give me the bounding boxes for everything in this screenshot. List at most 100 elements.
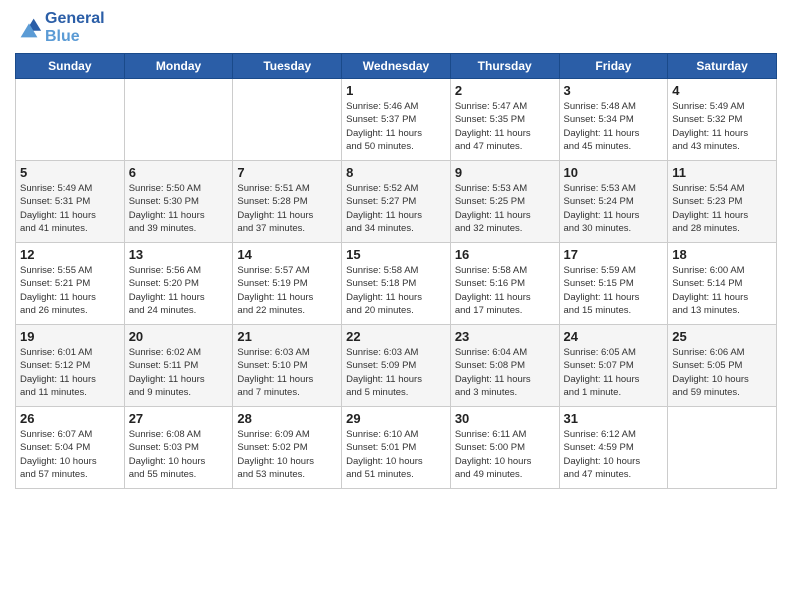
day-number: 16 xyxy=(455,247,555,262)
day-info: Sunrise: 6:08 AM Sunset: 5:03 PM Dayligh… xyxy=(129,428,229,481)
day-info: Sunrise: 6:07 AM Sunset: 5:04 PM Dayligh… xyxy=(20,428,120,481)
logo: General Blue xyxy=(15,10,105,45)
day-info: Sunrise: 6:11 AM Sunset: 5:00 PM Dayligh… xyxy=(455,428,555,481)
day-info: Sunrise: 5:54 AM Sunset: 5:23 PM Dayligh… xyxy=(672,182,772,235)
day-info: Sunrise: 5:53 AM Sunset: 5:25 PM Dayligh… xyxy=(455,182,555,235)
day-info: Sunrise: 5:59 AM Sunset: 5:15 PM Dayligh… xyxy=(564,264,664,317)
page-container: General Blue SundayMondayTuesdayWednesda… xyxy=(0,0,792,499)
day-number: 28 xyxy=(237,411,337,426)
day-info: Sunrise: 6:06 AM Sunset: 5:05 PM Dayligh… xyxy=(672,346,772,399)
calendar-week-5: 26Sunrise: 6:07 AM Sunset: 5:04 PM Dayli… xyxy=(16,407,777,489)
calendar-cell: 21Sunrise: 6:03 AM Sunset: 5:10 PM Dayli… xyxy=(233,325,342,407)
weekday-header-monday: Monday xyxy=(124,54,233,79)
day-number: 11 xyxy=(672,165,772,180)
weekday-header-sunday: Sunday xyxy=(16,54,125,79)
weekday-header-row: SundayMondayTuesdayWednesdayThursdayFrid… xyxy=(16,54,777,79)
calendar-cell xyxy=(668,407,777,489)
calendar-cell xyxy=(124,79,233,161)
calendar-cell: 2Sunrise: 5:47 AM Sunset: 5:35 PM Daylig… xyxy=(450,79,559,161)
calendar-cell: 24 Sunrise: 6:05 AM Sunset: 5:07 PM Dayli… xyxy=(559,325,668,407)
weekday-header-saturday: Saturday xyxy=(668,54,777,79)
day-number: 17 xyxy=(564,247,664,262)
day-number: 12 xyxy=(20,247,120,262)
day-number: 22 xyxy=(346,329,446,344)
calendar-cell: 31 Sunrise: 6:12 AM Sunset: 4:59 PM Dayli… xyxy=(559,407,668,489)
calendar-cell: 27 Sunrise: 6:08 AM Sunset: 5:03 PM Dayli… xyxy=(124,407,233,489)
calendar-cell: 6 Sunrise: 5:50 AM Sunset: 5:30 PM Daylig… xyxy=(124,161,233,243)
day-number: 3 xyxy=(564,83,664,98)
day-info: Sunrise: 5:58 AM Sunset: 5:16 PM Dayligh… xyxy=(455,264,555,317)
calendar-cell: 28 Sunrise: 6:09 AM Sunset: 5:02 PM Dayli… xyxy=(233,407,342,489)
day-info: Sunrise: 5:48 AM Sunset: 5:34 PM Dayligh… xyxy=(564,100,664,153)
day-info: Sunrise: 5:51 AM Sunset: 5:28 PM Dayligh… xyxy=(237,182,337,235)
weekday-header-thursday: Thursday xyxy=(450,54,559,79)
day-info: Sunrise: 6:10 AM Sunset: 5:01 PM Dayligh… xyxy=(346,428,446,481)
day-info: Sunrise: 5:49 AM Sunset: 5:31 PM Dayligh… xyxy=(20,182,120,235)
calendar-cell: 23 Sunrise: 6:04 AM Sunset: 5:08 PM Dayli… xyxy=(450,325,559,407)
day-number: 1 xyxy=(346,83,446,98)
calendar-cell: 13Sunrise: 5:56 AM Sunset: 5:20 PM Dayli… xyxy=(124,243,233,325)
day-number: 15 xyxy=(346,247,446,262)
day-number: 10 xyxy=(564,165,664,180)
day-info: Sunrise: 6:09 AM Sunset: 5:02 PM Dayligh… xyxy=(237,428,337,481)
calendar-cell: 17 Sunrise: 5:59 AM Sunset: 5:15 PM Dayli… xyxy=(559,243,668,325)
day-number: 4 xyxy=(672,83,772,98)
calendar-cell: 14 Sunrise: 5:57 AM Sunset: 5:19 PM Dayli… xyxy=(233,243,342,325)
day-number: 24 xyxy=(564,329,664,344)
day-number: 14 xyxy=(237,247,337,262)
day-number: 8 xyxy=(346,165,446,180)
day-number: 5 xyxy=(20,165,120,180)
logo-icon xyxy=(15,14,43,42)
calendar-table: SundayMondayTuesdayWednesdayThursdayFrid… xyxy=(15,53,777,489)
calendar-cell: 12Sunrise: 5:55 AM Sunset: 5:21 PM Dayli… xyxy=(16,243,125,325)
calendar-cell: 22 Sunrise: 6:03 AM Sunset: 5:09 PM Dayli… xyxy=(342,325,451,407)
day-number: 27 xyxy=(129,411,229,426)
calendar-cell: 5 Sunrise: 5:49 AM Sunset: 5:31 PM Daylig… xyxy=(16,161,125,243)
day-number: 7 xyxy=(237,165,337,180)
day-info: Sunrise: 6:01 AM Sunset: 5:12 PM Dayligh… xyxy=(20,346,120,399)
day-number: 31 xyxy=(564,411,664,426)
calendar-week-1: 1 Sunrise: 5:46 AM Sunset: 5:37 PM Daylig… xyxy=(16,79,777,161)
calendar-cell: 7 Sunrise: 5:51 AM Sunset: 5:28 PM Daylig… xyxy=(233,161,342,243)
day-info: Sunrise: 6:12 AM Sunset: 4:59 PM Dayligh… xyxy=(564,428,664,481)
day-info: Sunrise: 6:03 AM Sunset: 5:09 PM Dayligh… xyxy=(346,346,446,399)
day-info: Sunrise: 6:04 AM Sunset: 5:08 PM Dayligh… xyxy=(455,346,555,399)
day-number: 6 xyxy=(129,165,229,180)
header: General Blue xyxy=(15,10,777,45)
day-info: Sunrise: 5:52 AM Sunset: 5:27 PM Dayligh… xyxy=(346,182,446,235)
calendar-cell: 9 Sunrise: 5:53 AM Sunset: 5:25 PM Daylig… xyxy=(450,161,559,243)
calendar-cell: 3 Sunrise: 5:48 AM Sunset: 5:34 PM Daylig… xyxy=(559,79,668,161)
weekday-header-friday: Friday xyxy=(559,54,668,79)
calendar-cell: 26Sunrise: 6:07 AM Sunset: 5:04 PM Dayli… xyxy=(16,407,125,489)
calendar-cell: 29 Sunrise: 6:10 AM Sunset: 5:01 PM Dayli… xyxy=(342,407,451,489)
day-number: 2 xyxy=(455,83,555,98)
calendar-week-4: 19 Sunrise: 6:01 AM Sunset: 5:12 PM Dayli… xyxy=(16,325,777,407)
day-info: Sunrise: 6:02 AM Sunset: 5:11 PM Dayligh… xyxy=(129,346,229,399)
day-number: 23 xyxy=(455,329,555,344)
day-info: Sunrise: 5:46 AM Sunset: 5:37 PM Dayligh… xyxy=(346,100,446,153)
calendar-cell: 10Sunrise: 5:53 AM Sunset: 5:24 PM Dayli… xyxy=(559,161,668,243)
calendar-cell: 19 Sunrise: 6:01 AM Sunset: 5:12 PM Dayli… xyxy=(16,325,125,407)
day-number: 19 xyxy=(20,329,120,344)
calendar-cell: 4Sunrise: 5:49 AM Sunset: 5:32 PM Daylig… xyxy=(668,79,777,161)
calendar-cell: 25Sunrise: 6:06 AM Sunset: 5:05 PM Dayli… xyxy=(668,325,777,407)
calendar-cell: 15 Sunrise: 5:58 AM Sunset: 5:18 PM Dayli… xyxy=(342,243,451,325)
day-number: 20 xyxy=(129,329,229,344)
calendar-cell: 11 Sunrise: 5:54 AM Sunset: 5:23 PM Dayli… xyxy=(668,161,777,243)
weekday-header-tuesday: Tuesday xyxy=(233,54,342,79)
day-info: Sunrise: 5:57 AM Sunset: 5:19 PM Dayligh… xyxy=(237,264,337,317)
calendar-week-2: 5 Sunrise: 5:49 AM Sunset: 5:31 PM Daylig… xyxy=(16,161,777,243)
day-info: Sunrise: 6:05 AM Sunset: 5:07 PM Dayligh… xyxy=(564,346,664,399)
logo-text: General Blue xyxy=(45,10,105,45)
day-number: 9 xyxy=(455,165,555,180)
day-number: 18 xyxy=(672,247,772,262)
day-number: 29 xyxy=(346,411,446,426)
calendar-cell: 8 Sunrise: 5:52 AM Sunset: 5:27 PM Daylig… xyxy=(342,161,451,243)
day-number: 13 xyxy=(129,247,229,262)
day-info: Sunrise: 5:50 AM Sunset: 5:30 PM Dayligh… xyxy=(129,182,229,235)
day-info: Sunrise: 5:58 AM Sunset: 5:18 PM Dayligh… xyxy=(346,264,446,317)
calendar-cell: 16 Sunrise: 5:58 AM Sunset: 5:16 PM Dayli… xyxy=(450,243,559,325)
calendar-week-3: 12Sunrise: 5:55 AM Sunset: 5:21 PM Dayli… xyxy=(16,243,777,325)
calendar-cell: 18Sunrise: 6:00 AM Sunset: 5:14 PM Dayli… xyxy=(668,243,777,325)
calendar-cell xyxy=(233,79,342,161)
